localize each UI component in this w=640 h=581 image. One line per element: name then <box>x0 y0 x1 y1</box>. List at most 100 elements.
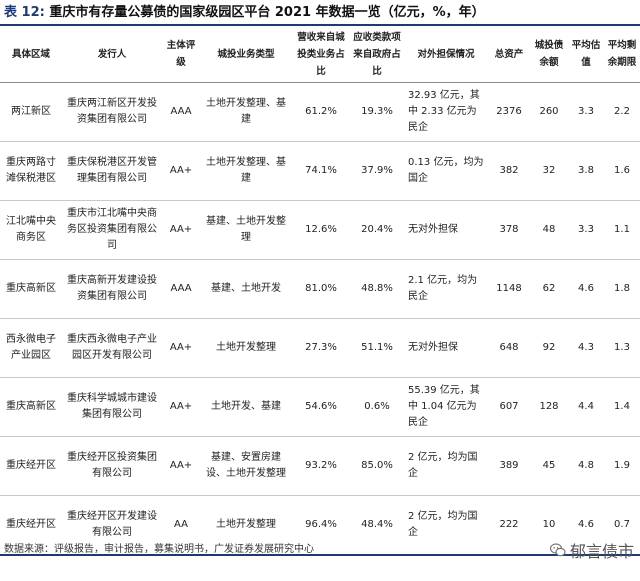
cell-avg-maturity: 1.1 <box>604 200 640 260</box>
wechat-icon <box>549 543 566 557</box>
cell-total-assets: 389 <box>488 436 530 496</box>
cell-bond-balance: 92 <box>530 318 568 378</box>
cell-guarantee: 2.1 亿元，均为民企 <box>404 259 488 319</box>
cell-region: 重庆经开区 <box>0 436 62 496</box>
table-number: 表 12: <box>4 5 45 20</box>
cell-avg-valuation: 4.6 <box>568 259 604 319</box>
cell-business-type: 土地开发、基建 <box>200 377 292 437</box>
col-header: 应收类款项来自政府占比 <box>350 26 404 83</box>
cell-region: 江北嘴中央商务区 <box>0 200 62 260</box>
cell-receivable-share: 48.4% <box>350 495 404 556</box>
cell-avg-maturity: 1.9 <box>604 436 640 496</box>
col-header: 平均剩余期限 <box>604 26 640 83</box>
cell-avg-valuation: 3.3 <box>568 200 604 260</box>
cell-total-assets: 378 <box>488 200 530 260</box>
cell-guarantee: 无对外担保 <box>404 200 488 260</box>
cell-guarantee: 32.93 亿元，其中 2.33 亿元为民企 <box>404 82 488 142</box>
col-header: 具体区域 <box>0 26 62 83</box>
cell-bond-balance: 62 <box>530 259 568 319</box>
cell-bond-balance: 128 <box>530 377 568 437</box>
cell-guarantee: 2 亿元，均为国企 <box>404 436 488 496</box>
cell-avg-valuation: 4.3 <box>568 318 604 378</box>
cell-revenue-share: 12.6% <box>292 200 350 260</box>
cell-receivable-share: 0.6% <box>350 377 404 437</box>
cell-total-assets: 382 <box>488 141 530 201</box>
cell-region: 西永微电子产业园区 <box>0 318 62 378</box>
cell-total-assets: 222 <box>488 495 530 556</box>
cell-issuer: 重庆高新开发建设投资集团有限公司 <box>62 259 162 319</box>
table-row: 两江新区 重庆两江新区开发投资集团有限公司 AAA 土地开发整理、基建 61.2… <box>0 82 640 142</box>
table-row: 重庆经开区 重庆经开区投资集团有限公司 AA+ 基建、安置房建设、土地开发整理 … <box>0 436 640 496</box>
cell-issuer: 重庆保税港区开发管理集团有限公司 <box>62 141 162 201</box>
cell-revenue-share: 81.0% <box>292 259 350 319</box>
col-header: 平均估值 <box>568 26 604 83</box>
cell-bond-balance: 260 <box>530 82 568 142</box>
cell-guarantee: 0.13 亿元，均为国企 <box>404 141 488 201</box>
cell-avg-maturity: 1.4 <box>604 377 640 437</box>
col-header: 主体评级 <box>162 26 200 83</box>
cell-issuer: 重庆西永微电子产业园区开发有限公司 <box>62 318 162 378</box>
cell-region: 重庆高新区 <box>0 259 62 319</box>
cell-guarantee: 无对外担保 <box>404 318 488 378</box>
cell-region: 重庆两路寸滩保税港区 <box>0 141 62 201</box>
cell-avg-valuation: 3.3 <box>568 82 604 142</box>
cell-total-assets: 648 <box>488 318 530 378</box>
cell-avg-valuation: 4.4 <box>568 377 604 437</box>
cell-rating: AAA <box>162 259 200 319</box>
cell-issuer: 重庆科学城城市建设集团有限公司 <box>62 377 162 437</box>
data-source-note: 数据来源：评级报告，审计报告，募集说明书，广发证券发展研究中心 <box>4 544 314 555</box>
cell-bond-balance: 48 <box>530 200 568 260</box>
table-title: 表 12: 重庆市有存量公募债的国家级园区平台 2021 年数据一览（亿元，%，… <box>4 2 485 24</box>
cell-region: 两江新区 <box>0 82 62 142</box>
cell-guarantee: 55.39 亿元，其中 1.04 亿元为民企 <box>404 377 488 437</box>
cell-receivable-share: 48.8% <box>350 259 404 319</box>
cell-receivable-share: 19.3% <box>350 82 404 142</box>
cell-total-assets: 607 <box>488 377 530 437</box>
col-header: 总资产 <box>488 26 530 83</box>
cell-receivable-share: 37.9% <box>350 141 404 201</box>
cell-revenue-share: 27.3% <box>292 318 350 378</box>
col-header: 城投债余额 <box>530 26 568 83</box>
cell-rating: AA+ <box>162 377 200 437</box>
cell-avg-maturity: 1.8 <box>604 259 640 319</box>
cell-bond-balance: 32 <box>530 141 568 201</box>
header-row: 具体区域 发行人 主体评级 城投业务类型 营收来自城投类业务占比 应收类款项来自… <box>0 26 640 83</box>
col-header: 城投业务类型 <box>200 26 292 83</box>
table-row: 西永微电子产业园区 重庆西永微电子产业园区开发有限公司 AA+ 土地开发整理 2… <box>0 318 640 378</box>
cell-issuer: 重庆两江新区开发投资集团有限公司 <box>62 82 162 142</box>
cell-revenue-share: 74.1% <box>292 141 350 201</box>
cell-rating: AAA <box>162 82 200 142</box>
cell-rating: AA+ <box>162 436 200 496</box>
cell-issuer: 重庆市江北嘴中央商务区投资集团有限公司 <box>62 200 162 260</box>
col-header: 对外担保情况 <box>404 26 488 83</box>
cell-avg-valuation: 3.8 <box>568 141 604 201</box>
cell-total-assets: 2376 <box>488 82 530 142</box>
cell-guarantee: 2 亿元，均为国企 <box>404 495 488 556</box>
table-row: 江北嘴中央商务区 重庆市江北嘴中央商务区投资集团有限公司 AA+ 基建、土地开发… <box>0 200 640 260</box>
cell-avg-maturity: 1.3 <box>604 318 640 378</box>
cell-avg-valuation: 4.8 <box>568 436 604 496</box>
cell-business-type: 土地开发整理、基建 <box>200 141 292 201</box>
cell-receivable-share: 51.1% <box>350 318 404 378</box>
cell-business-type: 基建、安置房建设、土地开发整理 <box>200 436 292 496</box>
cell-business-type: 土地开发整理、基建 <box>200 82 292 142</box>
cell-receivable-share: 20.4% <box>350 200 404 260</box>
cell-avg-maturity: 1.6 <box>604 141 640 201</box>
table-row: 重庆高新区 重庆科学城城市建设集团有限公司 AA+ 土地开发、基建 54.6% … <box>0 377 640 437</box>
watermark-text: 郁言债市 <box>569 542 634 561</box>
cell-receivable-share: 85.0% <box>350 436 404 496</box>
table-row: 重庆两路寸滩保税港区 重庆保税港区开发管理集团有限公司 AA+ 土地开发整理、基… <box>0 141 640 201</box>
data-table: 具体区域 发行人 主体评级 城投业务类型 营收来自城投类业务占比 应收类款项来自… <box>0 26 640 556</box>
col-header: 发行人 <box>62 26 162 83</box>
cell-avg-maturity: 2.2 <box>604 82 640 142</box>
cell-business-type: 基建、土地开发整理 <box>200 200 292 260</box>
cell-revenue-share: 61.2% <box>292 82 350 142</box>
table-title-text: 重庆市有存量公募债的国家级园区平台 2021 年数据一览（亿元，%，年） <box>49 5 485 20</box>
cell-business-type: 基建、土地开发 <box>200 259 292 319</box>
cell-rating: AA+ <box>162 318 200 378</box>
cell-rating: AA+ <box>162 141 200 201</box>
col-header: 营收来自城投类业务占比 <box>292 26 350 83</box>
table-row: 重庆高新区 重庆高新开发建设投资集团有限公司 AAA 基建、土地开发 81.0%… <box>0 259 640 319</box>
cell-revenue-share: 93.2% <box>292 436 350 496</box>
cell-revenue-share: 54.6% <box>292 377 350 437</box>
